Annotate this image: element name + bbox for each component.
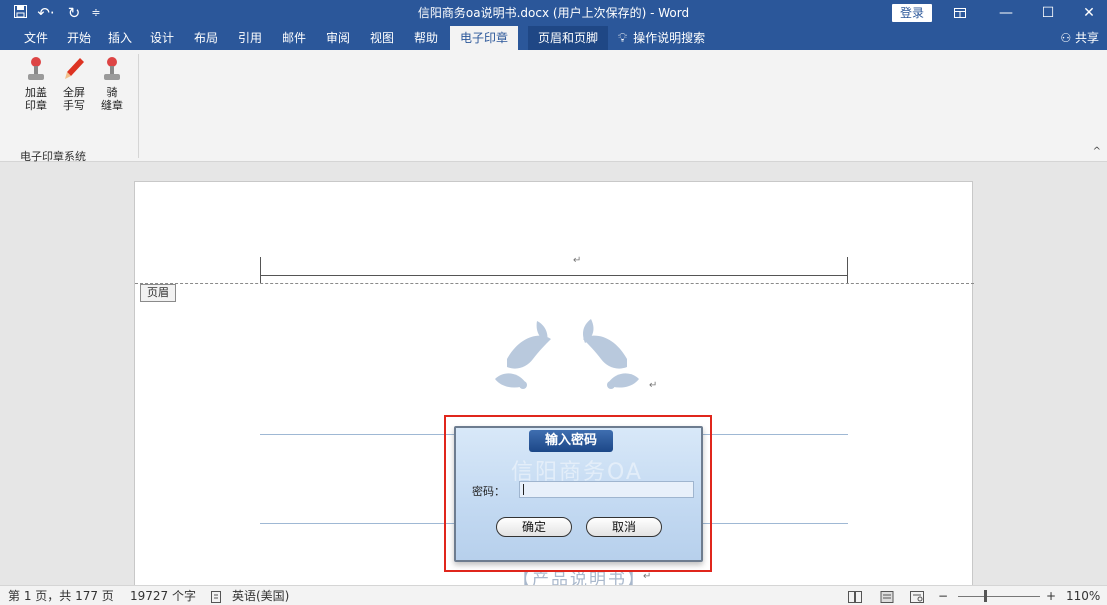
read-mode-icon[interactable] [848,586,862,605]
proofing-icon[interactable] [211,586,224,605]
page-count[interactable]: 第 1 页，共 177 页 [8,586,114,605]
paragraph-mark: ↵ [649,380,658,391]
ribbon-tabs: 文件 开始 插入 设计 布局 引用 邮件 审阅 视图 帮助 电子印章 页眉和页脚… [0,26,1107,50]
header-tag: 页眉 [140,284,176,302]
tab-help[interactable]: 帮助 [410,26,442,50]
cancel-button[interactable]: 取消 [586,517,662,537]
person-icon: ⚇ [1060,31,1072,45]
fullscreen-handwrite-line1: 全屏 [63,86,85,99]
print-layout-icon[interactable] [880,586,894,605]
zoom-level[interactable]: 110% [1066,586,1100,605]
group-label-electronic-seal: 电子印章系统 [20,150,86,163]
word-count[interactable]: 19727 个字 [130,586,196,605]
tab-file[interactable]: 文件 [18,26,54,50]
add-seal-line1: 加盖 [25,86,47,99]
password-label: 密码： [472,485,505,498]
tab-references[interactable]: 引用 [234,26,266,50]
share-label: 共享 [1074,31,1099,45]
close-icon[interactable]: ✕ [1071,0,1107,26]
paragraph-mark: ↵ [573,255,582,266]
add-seal-line2: 印章 [25,99,47,112]
tab-view[interactable]: 视图 [366,26,398,50]
stamp-icon [104,57,120,80]
fullscreen-handwrite-button[interactable]: 全屏 手写 [56,56,92,112]
group-divider [138,54,139,158]
window-title: 信阳商务oa说明书.docx (用户上次保存的) - Word [417,6,690,20]
header-rule [260,275,848,276]
add-seal-button[interactable]: 加盖 印章 [18,56,54,112]
ornament-graphic [495,319,639,389]
seam-seal-button[interactable]: 骑 缝章 [94,56,130,112]
header-boundary [135,283,974,284]
share-button[interactable]: ⚇ 共享 [1060,26,1099,50]
tab-design[interactable]: 设计 [146,26,178,50]
paragraph-mark: ↵ [643,571,652,582]
stamp-icon [28,57,44,80]
pencil-icon [65,58,84,79]
password-dialog: 信阳商务OA 输入密码 密码： 确定 取消 [454,426,703,562]
tab-review[interactable]: 审阅 [322,26,354,50]
language[interactable]: 英语(美国) [232,586,289,605]
web-layout-icon[interactable] [910,586,924,605]
ribbon-display-icon[interactable] [942,0,978,26]
tab-mailings[interactable]: 邮件 [278,26,310,50]
password-input[interactable] [519,481,694,498]
ribbon-panel: 加盖 印章 全屏 手写 骑 缝章 电子印章系统 ^ [0,50,1107,163]
lightbulb-icon: 💡︎ [618,31,628,46]
zoom-in-button[interactable]: + [1046,586,1056,605]
header-border-left [260,257,261,283]
status-bar: 第 1 页，共 177 页 19727 个字 英语(美国) − + 110% [0,585,1107,605]
tab-header-footer[interactable]: 页眉和页脚 [528,26,608,50]
collapse-ribbon-icon[interactable]: ^ [1093,146,1101,157]
zoom-slider-thumb[interactable] [984,590,988,602]
text-caret [523,484,524,495]
ok-button[interactable]: 确定 [496,517,572,537]
seam-seal-line1: 骑 [106,86,118,99]
fullscreen-handwrite-line2: 手写 [63,99,85,112]
seam-seal-line2: 缝章 [101,99,123,112]
tab-home[interactable]: 开始 [63,26,95,50]
zoom-slider[interactable] [958,596,1040,597]
tab-insert[interactable]: 插入 [104,26,136,50]
tell-me-search[interactable]: 💡︎ 操作说明搜索 [618,26,705,50]
search-label: 操作说明搜索 [633,31,706,45]
title-bar: ↶· ↻ ≑ 信阳商务oa说明书.docx (用户上次保存的) - Word 登… [0,0,1107,26]
zoom-out-button[interactable]: − [938,586,948,605]
tab-layout[interactable]: 布局 [190,26,222,50]
minimize-icon[interactable]: — [988,0,1024,26]
tab-electronic-seal[interactable]: 电子印章 [450,26,518,50]
login-button[interactable]: 登录 [892,4,932,22]
header-border-right [847,257,848,283]
maximize-icon[interactable]: ☐ [1030,0,1066,26]
dialog-title: 输入密码 [529,430,613,452]
